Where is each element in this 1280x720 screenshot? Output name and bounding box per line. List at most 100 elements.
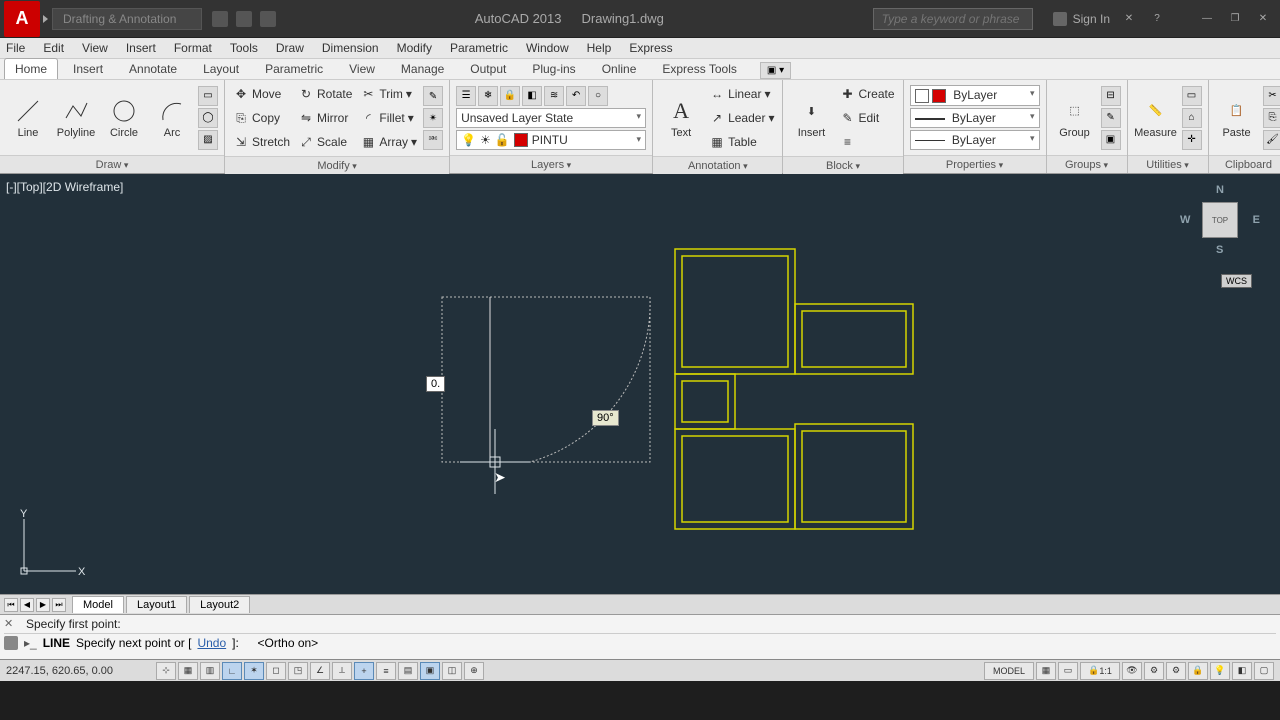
status-sc-icon[interactable]: ◫ (442, 662, 462, 680)
tab-manage[interactable]: Manage (390, 58, 455, 79)
layer-lock-icon[interactable]: 🔒 (500, 86, 520, 106)
cmdline-gear-icon[interactable] (4, 636, 18, 650)
close-button[interactable]: ✕ (1254, 12, 1272, 26)
layer-iso-icon[interactable]: ◧ (522, 86, 542, 106)
viewcube[interactable]: N S W E TOP (1180, 182, 1260, 272)
status-polar-icon[interactable]: ✶ (244, 662, 264, 680)
status-toolbar-lock-icon[interactable]: 🔒 (1188, 662, 1208, 680)
viewcube-west[interactable]: W (1180, 214, 1190, 226)
ribbon-toggle-button[interactable]: ▣ ▾ (760, 62, 791, 79)
arc-button[interactable]: Arc (150, 93, 194, 143)
layer-current-dropdown[interactable]: 💡 ☀ 🔓 PINTU (456, 130, 646, 150)
status-isolate-icon[interactable]: ◧ (1232, 662, 1252, 680)
trim-button[interactable]: ✂Trim ▾ (358, 83, 419, 105)
layout-next-icon[interactable]: ▶ (36, 598, 50, 612)
explode-icon[interactable]: ✴ (423, 108, 443, 128)
polyline-button[interactable]: Polyline (54, 93, 98, 143)
mirror-button[interactable]: ⇋Mirror (296, 107, 354, 129)
text-button[interactable]: A Text (659, 93, 703, 143)
ungroup-icon[interactable]: ⊟ (1101, 86, 1121, 106)
rectangle-icon[interactable]: ▭ (198, 86, 218, 106)
move-button[interactable]: ✥Move (231, 83, 292, 105)
status-infer-icon[interactable]: ⊹ (156, 662, 176, 680)
menu-view[interactable]: View (82, 41, 108, 55)
menu-express[interactable]: Express (629, 41, 672, 55)
dynamic-input-distance[interactable]: 0. (426, 376, 445, 392)
menu-format[interactable]: Format (174, 41, 212, 55)
viewcube-east[interactable]: E (1253, 214, 1260, 226)
match-prop-icon[interactable]: 🖌 (1263, 130, 1280, 150)
menu-file[interactable]: File (6, 41, 25, 55)
panel-draw-title[interactable]: Draw (0, 155, 224, 173)
status-annovis-icon[interactable]: 👁 (1122, 662, 1142, 680)
edit-button[interactable]: ✎Edit (837, 107, 896, 129)
group-edit-icon[interactable]: ✎ (1101, 108, 1121, 128)
group-select-icon[interactable]: ▣ (1101, 130, 1121, 150)
status-layout-grid-icon[interactable]: ▦ (1036, 662, 1056, 680)
panel-annotation-title[interactable]: Annotation (653, 156, 782, 174)
layout-tab-layout2[interactable]: Layout2 (189, 596, 250, 613)
menu-insert[interactable]: Insert (126, 41, 156, 55)
exchange-icon[interactable]: ✕ (1120, 12, 1138, 26)
status-hardware-icon[interactable]: 💡 (1210, 662, 1230, 680)
scale-button[interactable]: ⤢Scale (296, 131, 354, 153)
status-annoauto-icon[interactable]: ⚙ (1144, 662, 1164, 680)
status-ortho-icon[interactable]: ∟ (222, 662, 242, 680)
copy-clip-icon[interactable]: ⎘ (1263, 108, 1280, 128)
leader-button[interactable]: ↗Leader ▾ (707, 107, 776, 129)
status-coords[interactable]: 2247.15, 620.65, 0.00 (6, 665, 156, 677)
cut-icon[interactable]: ✂ (1263, 86, 1280, 106)
paste-button[interactable]: 📋 Paste (1215, 93, 1259, 143)
rotate-button[interactable]: ↻Rotate (296, 83, 354, 105)
command-line[interactable]: ✕ Specify first point: ▸_ LINE Specify n… (0, 614, 1280, 659)
menu-window[interactable]: Window (526, 41, 569, 55)
tab-annotate[interactable]: Annotate (118, 58, 188, 79)
menu-edit[interactable]: Edit (43, 41, 64, 55)
minimize-button[interactable]: — (1198, 12, 1216, 26)
status-3dosnap-icon[interactable]: ◳ (288, 662, 308, 680)
erase-icon[interactable]: ✎ (423, 86, 443, 106)
menu-dimension[interactable]: Dimension (322, 41, 379, 55)
tab-view[interactable]: View (338, 58, 386, 79)
panel-block-title[interactable]: Block (783, 156, 902, 174)
stretch-button[interactable]: ⇲Stretch (231, 131, 292, 153)
status-snap-icon[interactable]: ▦ (178, 662, 198, 680)
layer-freeze-icon[interactable]: ❄ (478, 86, 498, 106)
help-search-input[interactable] (873, 8, 1033, 30)
layout-tab-layout1[interactable]: Layout1 (126, 596, 187, 613)
wcs-badge[interactable]: WCS (1221, 274, 1252, 288)
status-tpy-icon[interactable]: ▤ (398, 662, 418, 680)
status-qp-icon[interactable]: ▣ (420, 662, 440, 680)
status-clean-icon[interactable]: ▢ (1254, 662, 1274, 680)
offset-icon[interactable]: ⎃ (423, 130, 443, 150)
status-osnap-icon[interactable]: ◻ (266, 662, 286, 680)
panel-modify-title[interactable]: Modify (225, 156, 449, 174)
qat-open-icon[interactable] (236, 11, 252, 27)
menu-help[interactable]: Help (587, 41, 612, 55)
layer-off-icon[interactable]: ○ (588, 86, 608, 106)
tab-expresstools[interactable]: Express Tools (651, 58, 747, 79)
drawing-canvas[interactable]: [-][Top][2D Wireframe] (0, 174, 1280, 594)
status-otrack-icon[interactable]: ∠ (310, 662, 330, 680)
tab-home[interactable]: Home (4, 58, 58, 79)
panel-groups-title[interactable]: Groups (1047, 155, 1127, 173)
quickcalc-icon[interactable]: ⌂ (1182, 108, 1202, 128)
qat-new-icon[interactable] (212, 11, 228, 27)
status-ws-icon[interactable]: ⚙ (1166, 662, 1186, 680)
status-model-button[interactable]: MODEL (984, 662, 1034, 680)
ellipse-icon[interactable]: ◯ (198, 108, 218, 128)
layer-prop-icon[interactable]: ☰ (456, 86, 476, 106)
insert-button[interactable]: ⬇ Insert (789, 93, 833, 143)
select-icon[interactable]: ▭ (1182, 86, 1202, 106)
workspace-switcher[interactable]: Drafting & Annotation (52, 8, 202, 30)
menu-parametric[interactable]: Parametric (450, 41, 508, 55)
copy-button[interactable]: ⎘Copy (231, 107, 292, 129)
tab-layout[interactable]: Layout (192, 58, 250, 79)
id-icon[interactable]: ✛ (1182, 130, 1202, 150)
command-option-undo[interactable]: Undo (197, 636, 226, 650)
signin-link[interactable]: Sign In (1053, 12, 1110, 26)
app-menu-icon[interactable]: A (4, 1, 40, 37)
layout-prev-icon[interactable]: ◀ (20, 598, 34, 612)
color-dropdown[interactable]: ByLayer (910, 85, 1040, 106)
layer-match-icon[interactable]: ≋ (544, 86, 564, 106)
